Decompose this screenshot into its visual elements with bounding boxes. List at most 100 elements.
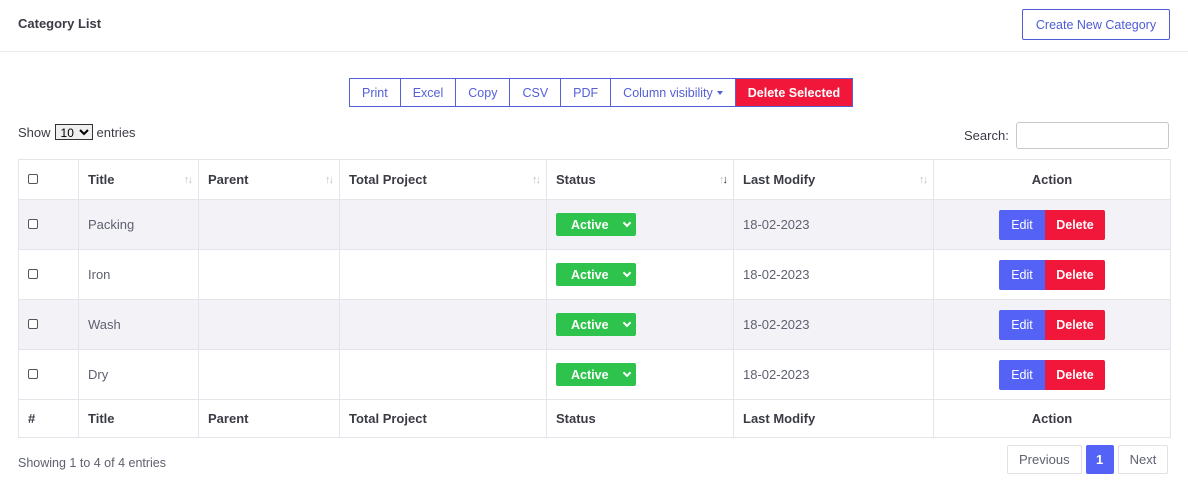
page-length-control: Show 10 entries — [18, 124, 136, 140]
footer-cell: Last Modify — [733, 399, 934, 438]
total-project-cell — [339, 199, 547, 250]
chevron-down-icon — [622, 268, 632, 278]
status-value: Active — [571, 317, 609, 332]
search-input[interactable] — [1015, 122, 1169, 149]
parent-cell — [198, 299, 340, 350]
footer-cell: Action — [933, 399, 1171, 438]
action-cell: Edit Delete — [933, 299, 1171, 350]
export-toolbar: Print Excel Copy CSV PDF Column visibili… — [349, 78, 854, 107]
footer-cell: Title — [78, 399, 199, 438]
search-control: Search: — [964, 122, 1169, 149]
row-checkbox[interactable] — [28, 219, 38, 229]
print-button[interactable]: Print — [349, 78, 401, 107]
pagination: Previous 1 Next — [1007, 445, 1169, 474]
status-value: Active — [571, 267, 609, 282]
create-new-category-button[interactable]: Create New Category — [1022, 9, 1170, 40]
status-select[interactable]: Active — [556, 313, 636, 336]
table-header-row: Title ↑↓ Parent ↑↓ Total Project ↑↓ Status ↑… — [18, 159, 1171, 200]
action-cell: Edit Delete — [933, 349, 1171, 400]
page-header: Category List Create New Category — [0, 0, 1188, 52]
previous-page-button[interactable]: Previous — [1007, 445, 1082, 474]
status-select[interactable]: Active — [556, 363, 636, 386]
column-header-action: Action — [933, 159, 1171, 200]
status-value: Active — [571, 217, 609, 232]
column-header-last-modify[interactable]: Last Modify ↑↓ — [733, 159, 934, 200]
select-all-checkbox[interactable] — [28, 174, 38, 184]
table-row: Dry Active 18-02-2023 Edit Delete — [18, 349, 1171, 400]
status-select[interactable]: Active — [556, 213, 636, 236]
csv-button[interactable]: CSV — [509, 78, 562, 107]
row-checkbox[interactable] — [28, 269, 38, 279]
row-select-cell — [18, 299, 79, 350]
column-header-label: Status — [556, 172, 596, 187]
search-label: Search: — [964, 128, 1009, 143]
action-cell: Edit Delete — [933, 249, 1171, 300]
entries-label: entries — [96, 124, 136, 140]
row-select-cell — [18, 199, 79, 250]
next-page-button[interactable]: Next — [1117, 445, 1169, 474]
status-cell: Active — [546, 299, 734, 350]
last-modify-cell: 18-02-2023 — [733, 299, 934, 350]
total-project-cell — [339, 349, 547, 400]
page-title: Category List — [18, 16, 102, 31]
title-cell: Wash — [78, 299, 199, 350]
table-info: Showing 1 to 4 of 4 entries — [18, 456, 167, 470]
total-project-cell — [339, 299, 547, 350]
row-select-cell — [18, 249, 79, 300]
edit-button[interactable]: Edit — [999, 209, 1045, 240]
edit-button[interactable]: Edit — [999, 309, 1045, 340]
footer-cell: Status — [546, 399, 734, 438]
title-cell: Dry — [78, 349, 199, 400]
last-modify-cell: 18-02-2023 — [733, 249, 934, 300]
sort-icon: ↑↓ — [919, 174, 928, 186]
column-header-title[interactable]: Title ↑↓ — [78, 159, 199, 200]
title-cell: Packing — [78, 199, 199, 250]
column-header-status[interactable]: Status ↑↓ — [546, 159, 734, 200]
delete-button[interactable]: Delete — [1045, 359, 1105, 390]
row-checkbox[interactable] — [28, 369, 38, 379]
delete-button[interactable]: Delete — [1045, 309, 1105, 340]
sort-icon: ↑↓ — [532, 174, 541, 186]
total-project-cell — [339, 249, 547, 300]
chevron-down-icon — [622, 368, 632, 378]
table-row: Iron Active 18-02-2023 Edit Delete — [18, 249, 1171, 300]
excel-button[interactable]: Excel — [399, 78, 457, 107]
sort-desc-icon: ↑↓ — [719, 174, 728, 186]
status-select[interactable]: Active — [556, 263, 636, 286]
column-header-total-project[interactable]: Total Project ↑↓ — [339, 159, 547, 200]
delete-button[interactable]: Delete — [1045, 259, 1105, 290]
parent-cell — [198, 349, 340, 400]
status-cell: Active — [546, 349, 734, 400]
page-length-select[interactable]: 10 — [54, 124, 93, 140]
status-cell: Active — [546, 199, 734, 250]
parent-cell — [198, 249, 340, 300]
column-header-label: Title — [88, 172, 115, 187]
show-label: Show — [18, 124, 51, 140]
column-header-label: Last Modify — [743, 172, 816, 187]
delete-button[interactable]: Delete — [1045, 209, 1105, 240]
edit-button[interactable]: Edit — [999, 359, 1045, 390]
status-value: Active — [571, 367, 609, 382]
row-checkbox[interactable] — [28, 319, 38, 329]
pdf-button[interactable]: PDF — [560, 78, 612, 107]
column-visibility-button[interactable]: Column visibility — [610, 78, 736, 107]
chevron-down-icon — [622, 218, 632, 228]
column-header-label: Parent — [208, 172, 249, 187]
row-select-cell — [18, 349, 79, 400]
last-modify-cell: 18-02-2023 — [733, 199, 934, 250]
sort-icon: ↑↓ — [184, 174, 193, 186]
table-footer-row: # Title Parent Total Project Status Last… — [18, 399, 1171, 438]
delete-selected-button[interactable]: Delete Selected — [734, 78, 854, 107]
table-row: Packing Active 18-02-2023 Edit Delete — [18, 199, 1171, 250]
page-1-button[interactable]: 1 — [1085, 445, 1114, 474]
column-header-parent[interactable]: Parent ↑↓ — [198, 159, 340, 200]
footer-cell: # — [18, 399, 79, 438]
copy-button[interactable]: Copy — [455, 78, 511, 107]
sort-icon: ↑↓ — [325, 174, 334, 186]
footer-cell: Total Project — [339, 399, 547, 438]
category-table: Title ↑↓ Parent ↑↓ Total Project ↑↓ Status ↑… — [18, 159, 1171, 438]
chevron-down-icon — [622, 318, 632, 328]
column-visibility-label: Column visibility — [623, 85, 713, 100]
edit-button[interactable]: Edit — [999, 259, 1045, 290]
parent-cell — [198, 199, 340, 250]
